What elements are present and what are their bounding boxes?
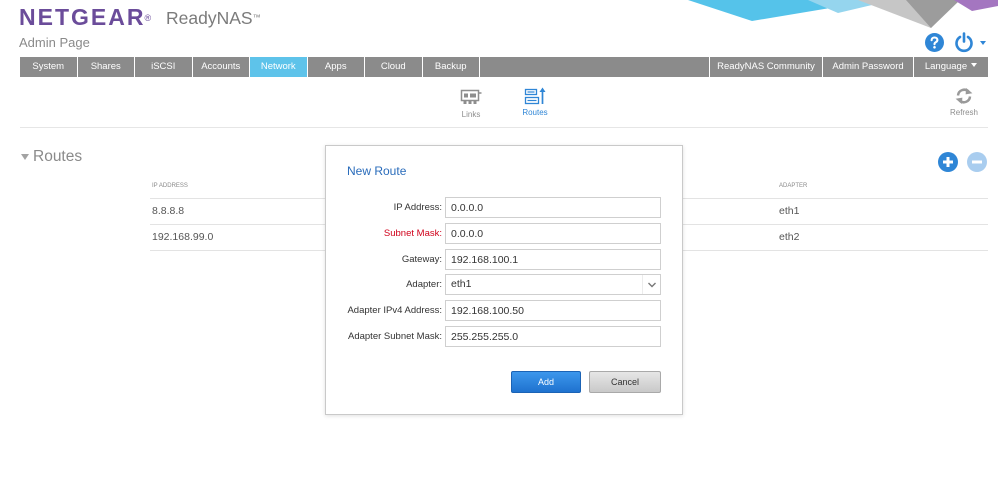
cell-ip-address: 192.168.99.0 [152, 231, 214, 243]
cell-ip-address: 8.8.8.8 [152, 205, 185, 217]
power-menu-caret-icon[interactable] [980, 41, 986, 45]
help-icon[interactable] [925, 33, 944, 52]
form-row-adapter-ipv4-address: Adapter IPv4 Address: [326, 300, 682, 321]
refresh-icon [953, 86, 975, 106]
adapter-select-value: eth1 [451, 278, 472, 290]
tab-backup[interactable]: Backup [423, 57, 480, 77]
tab-accounts[interactable]: Accounts [193, 57, 250, 77]
readynas-community-link[interactable]: ReadyNAS Community [709, 57, 822, 77]
minus-icon [972, 160, 982, 164]
refresh-button[interactable]: Refresh [939, 86, 989, 118]
cancel-button[interactable]: Cancel [589, 371, 661, 393]
adapter-select[interactable]: eth1 [445, 274, 661, 295]
tab-apps[interactable]: Apps [308, 57, 365, 77]
adapter-ipv4-address-input[interactable] [445, 300, 661, 321]
collapse-triangle-icon [21, 154, 29, 160]
dialog-title: New Route [347, 164, 407, 178]
gateway-input[interactable] [445, 249, 661, 270]
toolbar-item-links[interactable]: Links [446, 86, 496, 119]
column-header-ip-address[interactable]: IP ADDRESS [152, 183, 188, 189]
tab-iscsi[interactable]: iSCSI [135, 57, 193, 77]
caret-down-icon [971, 63, 978, 68]
nav-right-links: ReadyNAS Community Admin Password Langua… [709, 57, 988, 77]
plus-icon [943, 157, 953, 167]
form-row-adapter: Adapter: eth1 [326, 274, 682, 295]
product-text: ReadyNAS [166, 8, 253, 28]
section-title: Routes [33, 148, 83, 165]
links-icon [460, 88, 482, 108]
adapter-ipv4-address-label: Adapter IPv4 Address: [347, 305, 442, 316]
column-header-adapter[interactable]: ADAPTER [779, 183, 807, 189]
admin-password-link[interactable]: Admin Password [822, 57, 913, 77]
adapter-label: Adapter: [406, 279, 442, 290]
form-row-gateway: Gateway: [326, 249, 682, 270]
add-button[interactable]: Add [511, 371, 581, 393]
ip-address-label: IP Address: [393, 202, 442, 213]
main-nav: System Shares iSCSI Accounts Network App… [20, 57, 988, 77]
routes-section-header[interactable]: Routes [20, 146, 100, 166]
routes-icon [524, 86, 546, 106]
nav-tabs: System Shares iSCSI Accounts Network App… [20, 57, 480, 77]
subnet-mask-label: Subnet Mask: [383, 228, 442, 239]
adapter-subnet-mask-input[interactable] [445, 326, 661, 347]
netgear-logo: NETGEAR® [19, 6, 151, 29]
registered-mark: ® [144, 13, 152, 23]
tab-network[interactable]: Network [250, 57, 308, 77]
form-row-adapter-subnet-mask: Adapter Subnet Mask: [326, 326, 682, 347]
form-row-subnet-mask: Subnet Mask: [326, 223, 682, 244]
add-route-button[interactable] [938, 152, 958, 172]
form-row-ip-address: IP Address: [326, 197, 682, 218]
tab-cloud[interactable]: Cloud [365, 57, 423, 77]
power-icon[interactable] [954, 31, 974, 53]
tab-shares[interactable]: Shares [78, 57, 135, 77]
page-subtitle: Admin Page [19, 35, 90, 50]
gateway-label: Gateway: [401, 254, 442, 265]
toolbar-label-routes: Routes [522, 108, 548, 117]
toolbar-label-links: Links [461, 110, 481, 119]
tab-system[interactable]: System [20, 57, 78, 77]
logo-text: NETGEAR [19, 4, 146, 30]
cell-adapter: eth2 [779, 231, 800, 243]
chevron-down-icon [642, 275, 660, 294]
subnet-mask-input[interactable] [445, 223, 661, 244]
refresh-label: Refresh [949, 108, 978, 117]
remove-route-button[interactable] [967, 152, 987, 172]
toolbar-divider [20, 127, 988, 128]
language-menu[interactable]: Language [913, 57, 988, 77]
adapter-subnet-mask-label: Adapter Subnet Mask: [348, 331, 442, 342]
header-decoration [688, 0, 998, 28]
toolbar-item-routes[interactable]: Routes [510, 86, 560, 118]
cell-adapter: eth1 [779, 205, 800, 217]
trademark-mark: ™ [252, 13, 261, 22]
ip-address-input[interactable] [445, 197, 661, 218]
language-label: Language [924, 61, 968, 72]
new-route-dialog: New Route IP Address: Subnet Mask: Gatew… [325, 145, 683, 415]
product-name: ReadyNAS™ [166, 8, 261, 28]
